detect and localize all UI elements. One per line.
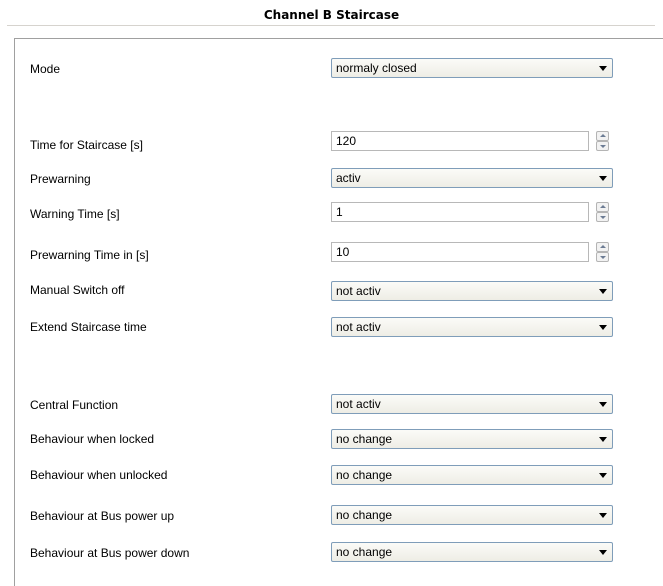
time-staircase-input[interactable]: 120 [331, 131, 589, 151]
behaviour-unlocked-select[interactable]: no change [331, 465, 613, 485]
title-divider [7, 25, 655, 26]
spin-down-icon[interactable] [596, 212, 609, 222]
prewarning-time-value: 10 [336, 245, 350, 259]
prewarning-label: Prewarning [30, 172, 91, 186]
mode-value: normaly closed [336, 61, 417, 75]
behaviour-power-down-value: no change [336, 545, 393, 559]
warning-time-label: Warning Time [s] [30, 207, 120, 221]
prewarning-select[interactable]: activ [331, 168, 613, 188]
behaviour-unlocked-value: no change [336, 468, 393, 482]
manual-switch-off-label: Manual Switch off [30, 283, 125, 297]
behaviour-power-up-select[interactable]: no change [331, 505, 613, 525]
page-title: Channel B Staircase [263, 8, 400, 22]
extend-staircase-select[interactable]: not activ [331, 317, 613, 337]
prewarning-value: activ [336, 171, 361, 185]
manual-switch-off-value: not activ [336, 284, 381, 298]
behaviour-locked-value: no change [336, 432, 393, 446]
time-staircase-label: Time for Staircase [s] [30, 138, 143, 152]
extend-staircase-label: Extend Staircase time [30, 320, 147, 334]
extend-staircase-value: not activ [336, 320, 381, 334]
central-function-select[interactable]: not activ [331, 394, 613, 414]
spin-down-icon[interactable] [596, 141, 609, 151]
chevron-down-icon[interactable] [599, 325, 607, 330]
chevron-down-icon[interactable] [599, 473, 607, 478]
spin-up-icon[interactable] [596, 131, 609, 141]
warning-time-spinner[interactable] [596, 202, 609, 222]
behaviour-power-down-select[interactable]: no change [331, 542, 613, 562]
chevron-down-icon[interactable] [599, 550, 607, 555]
parameter-panel [14, 38, 663, 586]
mode-select[interactable]: normaly closed [331, 58, 613, 78]
prewarning-time-input[interactable]: 10 [331, 242, 589, 262]
chevron-down-icon[interactable] [599, 66, 607, 71]
behaviour-locked-label: Behaviour when locked [30, 432, 155, 446]
chevron-down-icon[interactable] [599, 437, 607, 442]
time-staircase-spinner[interactable] [596, 131, 609, 151]
spin-up-icon[interactable] [596, 202, 609, 212]
spin-up-icon[interactable] [596, 242, 609, 252]
chevron-down-icon[interactable] [599, 513, 607, 518]
mode-label: Mode [30, 62, 61, 76]
chevron-down-icon[interactable] [599, 289, 607, 294]
prewarning-time-label: Prewarning Time in [s] [30, 248, 149, 262]
warning-time-value: 1 [336, 205, 343, 219]
behaviour-locked-select[interactable]: no change [331, 429, 613, 449]
warning-time-input[interactable]: 1 [331, 202, 589, 222]
central-function-label: Central Function [30, 398, 119, 412]
behaviour-power-up-label: Behaviour at Bus power up [30, 509, 175, 523]
behaviour-power-up-value: no change [336, 508, 393, 522]
behaviour-unlocked-label: Behaviour when unlocked [30, 468, 168, 482]
chevron-down-icon[interactable] [599, 402, 607, 407]
central-function-value: not activ [336, 397, 381, 411]
chevron-down-icon[interactable] [599, 176, 607, 181]
spin-down-icon[interactable] [596, 252, 609, 262]
behaviour-power-down-label: Behaviour at Bus power down [30, 546, 190, 560]
time-staircase-value: 120 [336, 134, 357, 148]
manual-switch-off-select[interactable]: not activ [331, 281, 613, 301]
prewarning-time-spinner[interactable] [596, 242, 609, 262]
